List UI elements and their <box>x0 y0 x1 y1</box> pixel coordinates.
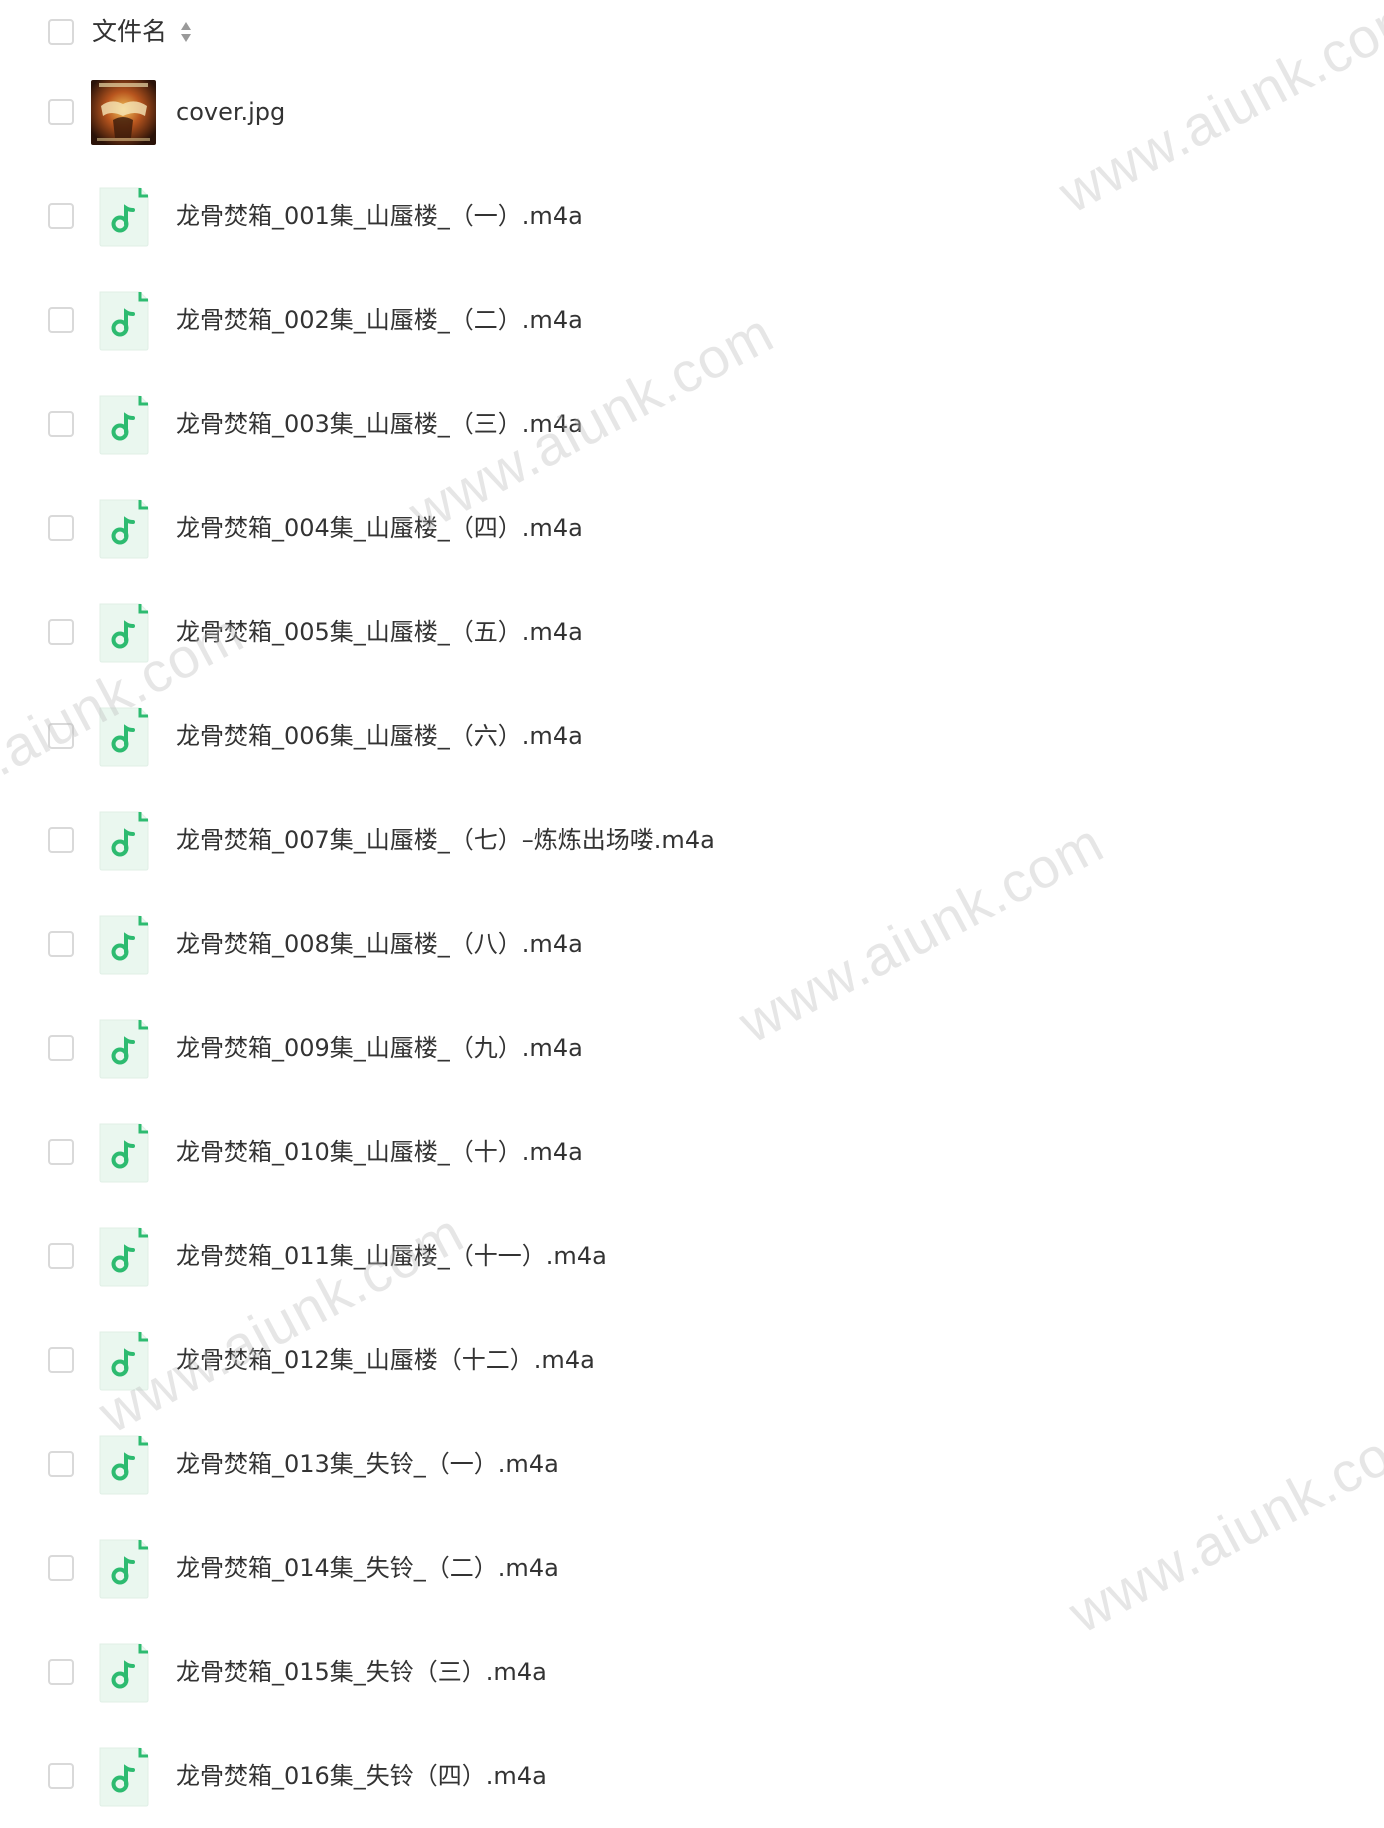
row-select-checkbox[interactable] <box>48 203 74 229</box>
file-name[interactable]: 龙骨焚箱_006集_山蜃楼_（六）.m4a <box>176 718 583 754</box>
music-file-icon <box>96 498 152 560</box>
file-name[interactable]: 龙骨焚箱_003集_山蜃楼_（三）.m4a <box>176 406 583 442</box>
row-select-checkbox[interactable] <box>48 1035 74 1061</box>
music-file-icon <box>96 1642 152 1704</box>
row-select-checkbox[interactable] <box>48 1451 74 1477</box>
row-select-checkbox[interactable] <box>48 1243 74 1269</box>
file-name[interactable]: 龙骨焚箱_009集_山蜃楼_（九）.m4a <box>176 1030 583 1066</box>
row-select-checkbox[interactable] <box>48 1555 74 1581</box>
row-select-checkbox[interactable] <box>48 99 74 125</box>
column-header-filename[interactable]: 文件名 <box>92 16 167 48</box>
row-select-checkbox[interactable] <box>48 827 74 853</box>
music-file-icon <box>96 394 152 456</box>
cover-image-thumbnail[interactable] <box>91 80 156 145</box>
file-row[interactable]: 龙骨焚箱_006集_山蜃楼_（六）.m4a <box>0 684 1384 788</box>
file-name[interactable]: 龙骨焚箱_010集_山蜃楼_（十）.m4a <box>176 1134 583 1170</box>
file-name[interactable]: 龙骨焚箱_013集_失铃_（一）.m4a <box>176 1446 559 1482</box>
file-row[interactable]: 龙骨焚箱_012集_山蜃楼（十二）.m4a <box>0 1308 1384 1412</box>
file-row[interactable]: 龙骨焚箱_011集_山蜃楼_（十一）.m4a <box>0 1204 1384 1308</box>
music-file-icon <box>96 1538 152 1600</box>
row-select-checkbox[interactable] <box>48 307 74 333</box>
music-file-icon <box>96 602 152 664</box>
row-select-checkbox[interactable] <box>48 619 74 645</box>
file-name[interactable]: 龙骨焚箱_015集_失铃（三）.m4a <box>176 1654 547 1690</box>
file-name[interactable]: 龙骨焚箱_012集_山蜃楼（十二）.m4a <box>176 1342 595 1378</box>
file-name[interactable]: 龙骨焚箱_014集_失铃_（二）.m4a <box>176 1550 559 1586</box>
row-select-checkbox[interactable] <box>48 1763 74 1789</box>
music-file-icon <box>96 290 152 352</box>
music-file-icon <box>96 1434 152 1496</box>
music-file-icon <box>96 1018 152 1080</box>
file-row[interactable]: 龙骨焚箱_014集_失铃_（二）.m4a <box>0 1516 1384 1620</box>
music-file-icon <box>96 1226 152 1288</box>
file-list: cover.jpg 龙骨焚箱_001集_山蜃楼_（一）.m4a 龙骨焚箱_002集_… <box>0 60 1384 1828</box>
file-name[interactable]: 龙骨焚箱_004集_山蜃楼_（四）.m4a <box>176 510 583 546</box>
file-name[interactable]: 龙骨焚箱_011集_山蜃楼_（十一）.m4a <box>176 1238 607 1274</box>
row-select-checkbox[interactable] <box>48 723 74 749</box>
file-row[interactable]: 龙骨焚箱_005集_山蜃楼_（五）.m4a <box>0 580 1384 684</box>
file-name[interactable]: 龙骨焚箱_016集_失铃（四）.m4a <box>176 1758 547 1794</box>
file-row[interactable]: 龙骨焚箱_001集_山蜃楼_（一）.m4a <box>0 164 1384 268</box>
row-select-checkbox[interactable] <box>48 515 74 541</box>
file-row[interactable]: 龙骨焚箱_008集_山蜃楼_（八）.m4a <box>0 892 1384 996</box>
row-select-checkbox[interactable] <box>48 1347 74 1373</box>
file-name[interactable]: 龙骨焚箱_002集_山蜃楼_（二）.m4a <box>176 302 583 338</box>
file-row[interactable]: 龙骨焚箱_010集_山蜃楼_（十）.m4a <box>0 1100 1384 1204</box>
music-file-icon <box>96 706 152 768</box>
music-file-icon <box>96 810 152 872</box>
select-all-checkbox[interactable] <box>48 19 74 45</box>
file-name[interactable]: 龙骨焚箱_007集_山蜃楼_（七）–炼炼出场喽.m4a <box>176 822 715 858</box>
file-list-header: 文件名 <box>0 0 1384 64</box>
file-row[interactable]: 龙骨焚箱_004集_山蜃楼_（四）.m4a <box>0 476 1384 580</box>
music-file-icon <box>96 1746 152 1808</box>
file-row[interactable]: 龙骨焚箱_013集_失铃_（一）.m4a <box>0 1412 1384 1516</box>
row-select-checkbox[interactable] <box>48 1659 74 1685</box>
row-select-checkbox[interactable] <box>48 411 74 437</box>
file-row[interactable]: 龙骨焚箱_015集_失铃（三）.m4a <box>0 1620 1384 1724</box>
file-row[interactable]: 龙骨焚箱_016集_失铃（四）.m4a <box>0 1724 1384 1828</box>
music-file-icon <box>96 1330 152 1392</box>
file-row[interactable]: 龙骨焚箱_003集_山蜃楼_（三）.m4a <box>0 372 1384 476</box>
music-file-icon <box>96 1122 152 1184</box>
sort-both-icon[interactable] <box>180 20 192 44</box>
row-select-checkbox[interactable] <box>48 931 74 957</box>
music-file-icon <box>96 186 152 248</box>
row-select-checkbox[interactable] <box>48 1139 74 1165</box>
music-file-icon <box>96 914 152 976</box>
file-row[interactable]: 龙骨焚箱_002集_山蜃楼_（二）.m4a <box>0 268 1384 372</box>
file-row[interactable]: 龙骨焚箱_007集_山蜃楼_（七）–炼炼出场喽.m4a <box>0 788 1384 892</box>
file-name[interactable]: 龙骨焚箱_001集_山蜃楼_（一）.m4a <box>176 198 583 234</box>
file-name[interactable]: 龙骨焚箱_008集_山蜃楼_（八）.m4a <box>176 926 583 962</box>
file-name[interactable]: 龙骨焚箱_005集_山蜃楼_（五）.m4a <box>176 614 583 650</box>
file-row[interactable]: cover.jpg <box>0 60 1384 164</box>
file-row[interactable]: 龙骨焚箱_009集_山蜃楼_（九）.m4a <box>0 996 1384 1100</box>
file-name[interactable]: cover.jpg <box>176 94 285 130</box>
